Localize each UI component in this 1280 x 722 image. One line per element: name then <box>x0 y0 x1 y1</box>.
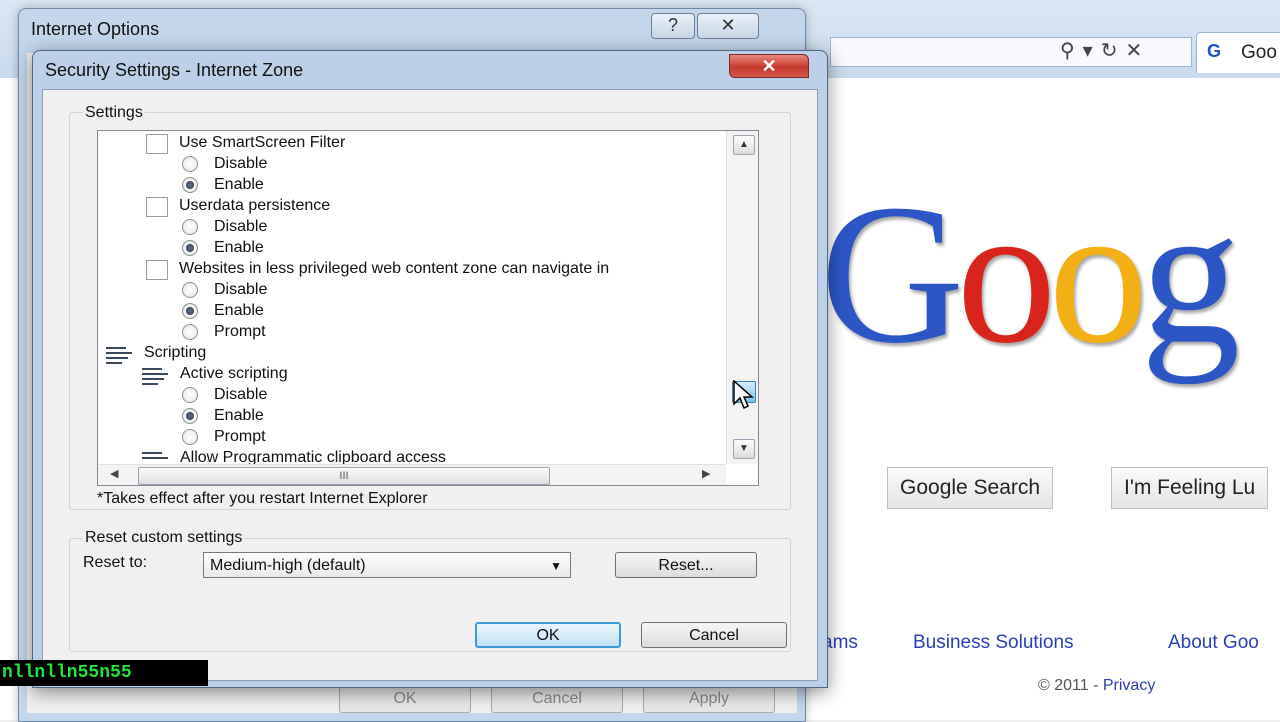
radio-userdata-disable[interactable] <box>182 219 198 235</box>
script-icon <box>106 344 132 364</box>
logo-letter: g <box>1140 164 1240 385</box>
restart-footnote: *Takes effect after you restart Internet… <box>97 490 428 507</box>
dialog-title: Security Settings - Internet Zone <box>45 60 304 80</box>
copyright-label: © 2011 - <box>1038 677 1099 694</box>
horizontal-scrollbar[interactable]: ◀ III ▶ <box>98 464 726 485</box>
reset-level-value: Medium-high (default) <box>210 557 366 574</box>
reset-group-label: Reset custom settings <box>83 529 245 547</box>
reset-level-select[interactable]: Medium-high (default) ▼ <box>203 552 571 578</box>
close-button[interactable]: ✕ <box>729 54 809 78</box>
reset-button[interactable]: Reset... <box>615 552 757 578</box>
setting-active-scripting: Active scripting <box>180 365 288 382</box>
google-search-button[interactable]: Google Search <box>887 467 1054 509</box>
address-bar-actions: ⚲▾↻✕ <box>1060 38 1150 63</box>
logo-letter: o <box>1048 164 1148 385</box>
script-icon <box>142 365 168 385</box>
logo-letter: G <box>820 164 964 385</box>
stop-icon[interactable]: ✕ <box>1125 40 1150 62</box>
ok-button[interactable]: OK <box>339 685 471 713</box>
ok-button[interactable]: OK <box>475 622 621 648</box>
google-favicon-icon: G <box>1207 41 1222 61</box>
tab-label: Goo <box>1241 42 1277 63</box>
radio-active-scripting-disable[interactable] <box>182 387 198 403</box>
chevron-down-icon[interactable]: ▾ <box>1083 40 1101 62</box>
search-icon[interactable]: ⚲ <box>1060 40 1083 62</box>
radio-navigate-prompt[interactable] <box>182 324 198 340</box>
apply-button[interactable]: Apply <box>643 685 775 713</box>
radio-label[interactable]: Prompt <box>214 321 266 342</box>
setting-icon <box>146 260 168 280</box>
close-button[interactable]: ✕ <box>697 13 759 39</box>
overlay-text: nllnlln55n55 <box>0 660 208 686</box>
category-scripting: Scripting <box>144 344 207 361</box>
setting-icon <box>146 134 168 154</box>
cancel-button[interactable]: Cancel <box>491 685 623 713</box>
privacy-link[interactable]: Privacy <box>1103 677 1155 694</box>
scroll-left-icon[interactable]: ◀ <box>110 467 118 480</box>
horizontal-scroll-thumb[interactable]: III <box>138 467 550 485</box>
refresh-icon[interactable]: ↻ <box>1101 40 1126 62</box>
radio-userdata-enable[interactable] <box>182 240 198 256</box>
chevron-down-icon: ▼ <box>550 559 562 573</box>
google-logo: Goog <box>820 175 1240 375</box>
settings-tree[interactable]: Use SmartScreen Filter Disable Enable Us… <box>97 130 759 486</box>
radio-label[interactable]: Disable <box>214 279 267 300</box>
business-solutions-link[interactable]: Business Solutions <box>913 632 1074 654</box>
security-settings-dialog: Security Settings - Internet Zone ✕ Sett… <box>32 50 828 688</box>
setting-navigate: Websites in less privileged web content … <box>179 260 610 277</box>
scroll-down-icon[interactable]: ▼ <box>733 439 755 459</box>
setting-userdata: Userdata persistence <box>179 197 331 214</box>
logo-letter: o <box>956 164 1056 385</box>
radio-label[interactable]: Disable <box>214 153 267 174</box>
radio-label[interactable]: Prompt <box>214 426 266 447</box>
radio-smartscreen-disable[interactable] <box>182 156 198 172</box>
feeling-lucky-button[interactable]: I'm Feeling Lu <box>1111 467 1269 509</box>
radio-label[interactable]: Enable <box>214 237 264 258</box>
radio-label[interactable]: Enable <box>214 300 264 321</box>
radio-active-scripting-prompt[interactable] <box>182 429 198 445</box>
scroll-up-icon[interactable]: ▲ <box>733 135 755 155</box>
vertical-scrollbar[interactable]: ▲ ▼ <box>726 131 758 464</box>
settings-group-label: Settings <box>83 104 145 122</box>
setting-icon <box>146 197 168 217</box>
reset-to-label: Reset to: <box>83 554 148 571</box>
setting-smartscreen: Use SmartScreen Filter <box>179 134 346 151</box>
radio-navigate-enable[interactable] <box>182 303 198 319</box>
scroll-right-icon[interactable]: ▶ <box>702 467 710 480</box>
about-google-link[interactable]: About Goo <box>1168 632 1259 654</box>
cancel-button[interactable]: Cancel <box>641 622 787 648</box>
window-title: Internet Options <box>31 19 160 39</box>
help-button[interactable]: ? <box>651 13 695 39</box>
radio-smartscreen-enable[interactable] <box>182 177 198 193</box>
radio-navigate-disable[interactable] <box>182 282 198 298</box>
radio-label[interactable]: Enable <box>214 174 264 195</box>
radio-active-scripting-enable[interactable] <box>182 408 198 424</box>
radio-label[interactable]: Disable <box>214 384 267 405</box>
browser-tab-google[interactable]: G Goo <box>1196 32 1280 73</box>
radio-label[interactable]: Enable <box>214 405 264 426</box>
mouse-cursor-icon <box>733 380 754 410</box>
radio-label[interactable]: Disable <box>214 216 267 237</box>
copyright-text: © 2011 - Privacy <box>1038 677 1155 695</box>
dialog-client-area: Settings Use SmartScreen Filter Disable … <box>42 89 818 681</box>
